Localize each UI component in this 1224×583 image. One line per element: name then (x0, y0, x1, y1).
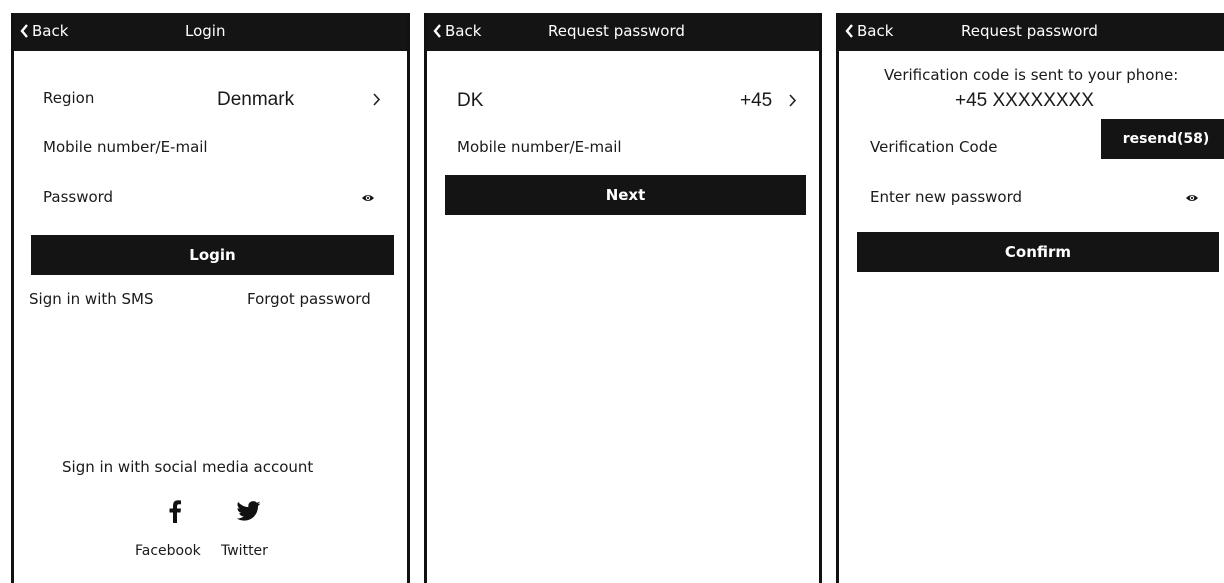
back-button[interactable]: Back (20, 22, 68, 40)
mobile-email-field[interactable]: Mobile number/E-mail (457, 138, 622, 156)
back-label: Back (857, 22, 894, 40)
confirm-button[interactable]: Confirm (857, 232, 1219, 272)
login-screen: Back Login Region Denmark Mobile number/… (11, 13, 410, 583)
phone-number: +45 XXXXXXXX (955, 90, 1094, 111)
page-title: Request password (548, 22, 685, 40)
eye-icon[interactable] (361, 193, 375, 203)
verification-screen: Back Request password Verification code … (836, 13, 1224, 583)
password-field[interactable]: Password (43, 188, 113, 206)
request-password-screen: Back Request password DK +45 Mobile numb… (424, 13, 822, 583)
country-code[interactable]: DK (457, 90, 483, 112)
next-button[interactable]: Next (445, 175, 806, 215)
login-top-bar: Back Login (14, 13, 407, 51)
verification-code-field[interactable]: Verification Code (870, 138, 997, 156)
back-button[interactable]: Back (433, 22, 481, 40)
back-label: Back (445, 22, 482, 40)
eye-icon[interactable] (1185, 193, 1199, 203)
back-label: Back (32, 22, 69, 40)
region-label: Region (43, 89, 95, 107)
region-value[interactable]: Denmark (217, 89, 294, 111)
back-chevron-icon (20, 24, 28, 38)
new-password-field[interactable]: Enter new password (870, 188, 1022, 206)
twitter-icon[interactable] (236, 501, 261, 521)
twitter-label: Twitter (221, 543, 268, 559)
back-chevron-icon (845, 24, 853, 38)
request-top-bar: Back Request password (427, 13, 819, 51)
back-button[interactable]: Back (845, 22, 893, 40)
facebook-icon[interactable] (168, 499, 182, 523)
chevron-right-icon[interactable] (788, 94, 797, 107)
dial-code[interactable]: +45 (740, 90, 772, 112)
page-title: Request password (961, 22, 1098, 40)
social-heading: Sign in with social media account (62, 458, 314, 476)
page-title: Login (185, 22, 226, 40)
resend-button[interactable]: resend(58) (1101, 119, 1224, 159)
mobile-email-field[interactable]: Mobile number/E-mail (43, 138, 208, 156)
verify-top-bar: Back Request password (839, 13, 1224, 51)
login-button[interactable]: Login (31, 235, 394, 275)
facebook-label: Facebook (135, 543, 201, 559)
forgot-password-link[interactable]: Forgot password (247, 290, 371, 308)
code-sent-message: Verification code is sent to your phone: (884, 66, 1179, 84)
back-chevron-icon (433, 24, 441, 38)
chevron-right-icon[interactable] (372, 93, 381, 106)
sms-signin-link[interactable]: Sign in with SMS (29, 290, 154, 308)
